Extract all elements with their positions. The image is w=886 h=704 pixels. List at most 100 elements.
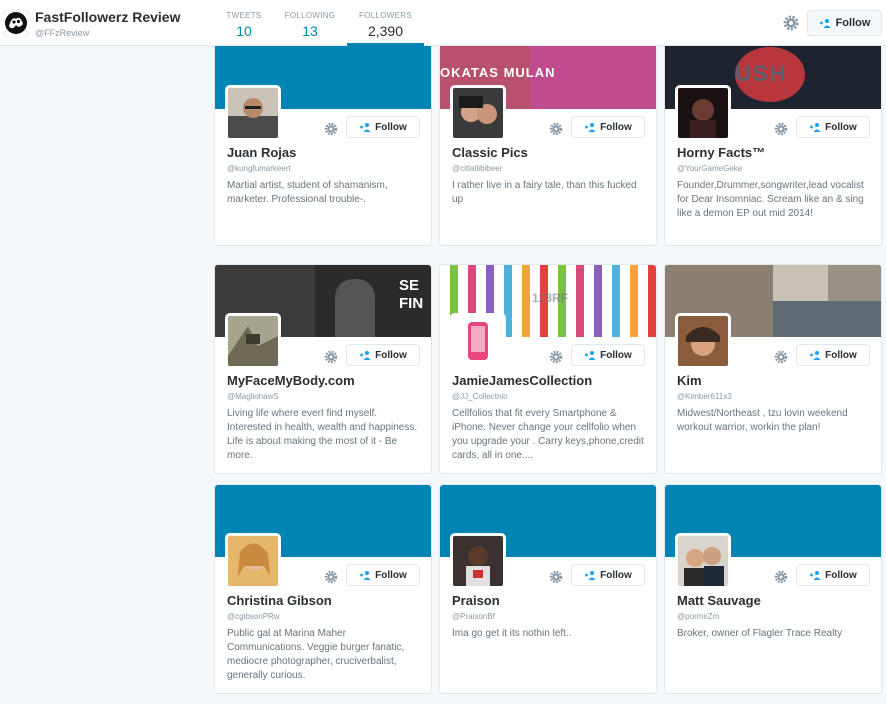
gear-icon[interactable] xyxy=(548,349,564,365)
card-handle[interactable]: @YourGameGeke xyxy=(677,164,742,173)
avatar[interactable] xyxy=(450,85,506,141)
stat-followers[interactable]: FOLLOWERS 2,390 xyxy=(347,0,424,46)
avatar[interactable] xyxy=(675,533,731,589)
gear-icon[interactable] xyxy=(773,569,789,585)
card-name[interactable]: Matt Sauvage xyxy=(677,593,761,608)
brand-name[interactable]: FastFollowerz Review xyxy=(35,9,180,25)
stat-followers-label: FOLLOWERS xyxy=(359,11,412,20)
avatar[interactable] xyxy=(675,313,731,369)
follow-label: Follow xyxy=(825,349,857,361)
card-bio: Founder,Drummer,songwriter,lead vocalist… xyxy=(677,180,864,219)
card-handle[interactable]: @cgibsonPRw xyxy=(227,612,280,621)
avatar[interactable] xyxy=(225,85,281,141)
card-name[interactable]: Classic Pics xyxy=(452,145,528,160)
card-handle[interactable]: @MagliohawS xyxy=(227,392,279,401)
profile-follow-label: Follow xyxy=(835,17,871,29)
follow-label: Follow xyxy=(600,569,632,581)
user-card[interactable]: SE FIN Follow MyFaceMyBody.com @Maglioha… xyxy=(214,264,432,474)
gear-icon[interactable] xyxy=(548,569,564,585)
banner-text: USH xyxy=(735,61,788,86)
card-bio: Living life where everI find myself. Int… xyxy=(227,408,418,461)
follow-button[interactable]: Follow xyxy=(796,116,870,138)
user-card[interactable]: OKATAS MULAN Follow Classic Pics @citlat… xyxy=(439,46,657,246)
avatar[interactable] xyxy=(225,533,281,589)
card-bio: Ima go get it its nothin left.. xyxy=(452,628,572,639)
stat-following-label: FOLLOWING xyxy=(284,11,336,20)
user-card[interactable]: Follow Juan Rojas @kungfumarkeert Martia… xyxy=(214,46,432,246)
follow-label: Follow xyxy=(600,349,632,361)
gear-icon[interactable] xyxy=(323,349,339,365)
stat-tweets-value: 10 xyxy=(236,23,252,39)
avatar[interactable] xyxy=(450,533,506,589)
add-person-icon xyxy=(819,19,831,28)
add-person-icon xyxy=(360,351,371,360)
user-card[interactable]: Follow Christina Gibson @cgibsonPRw Publ… xyxy=(214,484,432,694)
follow-button[interactable]: Follow xyxy=(571,116,645,138)
card-handle[interactable]: @JJ_Collectnio xyxy=(452,392,508,401)
stat-followers-value: 2,390 xyxy=(367,23,404,39)
follow-label: Follow xyxy=(375,349,407,361)
gear-icon[interactable] xyxy=(323,121,339,137)
user-card[interactable]: USH Follow Horny Facts™ @YourGameGeke Fo… xyxy=(664,46,882,246)
user-card[interactable]: 123RF Follow JamieJamesCollection @JJ_Co… xyxy=(439,264,657,474)
stat-tweets[interactable]: TWEETS 10 xyxy=(222,0,266,46)
stat-tweets-label: TWEETS xyxy=(226,11,262,20)
card-name[interactable]: Juan Rojas xyxy=(227,145,296,160)
card-handle[interactable]: @citlatlibibeer xyxy=(452,164,502,173)
card-name[interactable]: Horny Facts™ xyxy=(677,145,765,160)
follow-label: Follow xyxy=(825,569,857,581)
card-name[interactable]: Kim xyxy=(677,373,702,388)
follow-label: Follow xyxy=(375,569,407,581)
gear-icon[interactable] xyxy=(773,121,789,137)
follow-button[interactable]: Follow xyxy=(796,344,870,366)
user-card[interactable]: Follow Kim @Kimber611x3 Midwest/Northeas… xyxy=(664,264,882,474)
card-bio: Midwest/Northeast , tzu lovin weekend wo… xyxy=(677,408,848,433)
banner-text: OKATAS MULAN xyxy=(440,65,556,80)
gear-icon[interactable] xyxy=(781,13,801,33)
card-handle[interactable]: @kungfumarkeert xyxy=(227,164,291,173)
avatar[interactable] xyxy=(675,85,731,141)
follow-label: Follow xyxy=(825,121,857,133)
add-person-icon xyxy=(585,571,596,580)
avatar[interactable] xyxy=(225,313,281,369)
top-bar: FastFollowerz Review @FFzReview TWEETS 1… xyxy=(0,0,886,46)
followers-grid: Follow Juan Rojas @kungfumarkeert Martia… xyxy=(0,46,886,704)
add-person-icon xyxy=(585,351,596,360)
follow-button[interactable]: Follow xyxy=(571,564,645,586)
add-person-icon xyxy=(360,123,371,132)
follow-button[interactable]: Follow xyxy=(796,564,870,586)
follow-label: Follow xyxy=(600,121,632,133)
stat-following-value: 13 xyxy=(302,23,318,39)
follow-button[interactable]: Follow xyxy=(346,564,420,586)
card-bio: Cellfolios that fit every Smartphone & i… xyxy=(452,408,644,461)
card-bio: Public gal at Marina Maher Communication… xyxy=(227,628,405,681)
stat-following[interactable]: FOLLOWING 13 xyxy=(281,0,339,46)
add-person-icon xyxy=(810,351,821,360)
brand-logo-icon[interactable] xyxy=(3,10,29,36)
card-bio: I rather live in a fairy tale, than this… xyxy=(452,180,637,205)
card-name[interactable]: Christina Gibson xyxy=(227,593,332,608)
gear-icon[interactable] xyxy=(548,121,564,137)
card-name[interactable]: MyFaceMyBody.com xyxy=(227,373,355,388)
user-card[interactable]: Follow Praison @PraisonBf Ima go get it … xyxy=(439,484,657,694)
gear-icon[interactable] xyxy=(323,569,339,585)
card-name[interactable]: JamieJamesCollection xyxy=(452,373,592,388)
gear-icon[interactable] xyxy=(773,349,789,365)
card-handle[interactable]: @Kimber611x3 xyxy=(677,392,732,401)
profile-follow-button[interactable]: Follow xyxy=(807,10,882,36)
banner-text: 123RF xyxy=(532,291,569,305)
add-person-icon xyxy=(810,571,821,580)
follow-button[interactable]: Follow xyxy=(571,344,645,366)
add-person-icon xyxy=(585,123,596,132)
card-handle[interactable]: @pormirZm xyxy=(677,612,719,621)
card-name[interactable]: Praison xyxy=(452,593,500,608)
follow-button[interactable]: Follow xyxy=(346,116,420,138)
follow-label: Follow xyxy=(375,121,407,133)
banner-text: SE FIN xyxy=(399,277,424,312)
follow-button[interactable]: Follow xyxy=(346,344,420,366)
avatar[interactable] xyxy=(450,313,506,369)
card-bio: Broker, owner of Flagler Trace Realty xyxy=(677,628,843,639)
user-card[interactable]: Follow Matt Sauvage @pormirZm Broker, ow… xyxy=(664,484,882,694)
add-person-icon xyxy=(810,123,821,132)
card-handle[interactable]: @PraisonBf xyxy=(452,612,495,621)
